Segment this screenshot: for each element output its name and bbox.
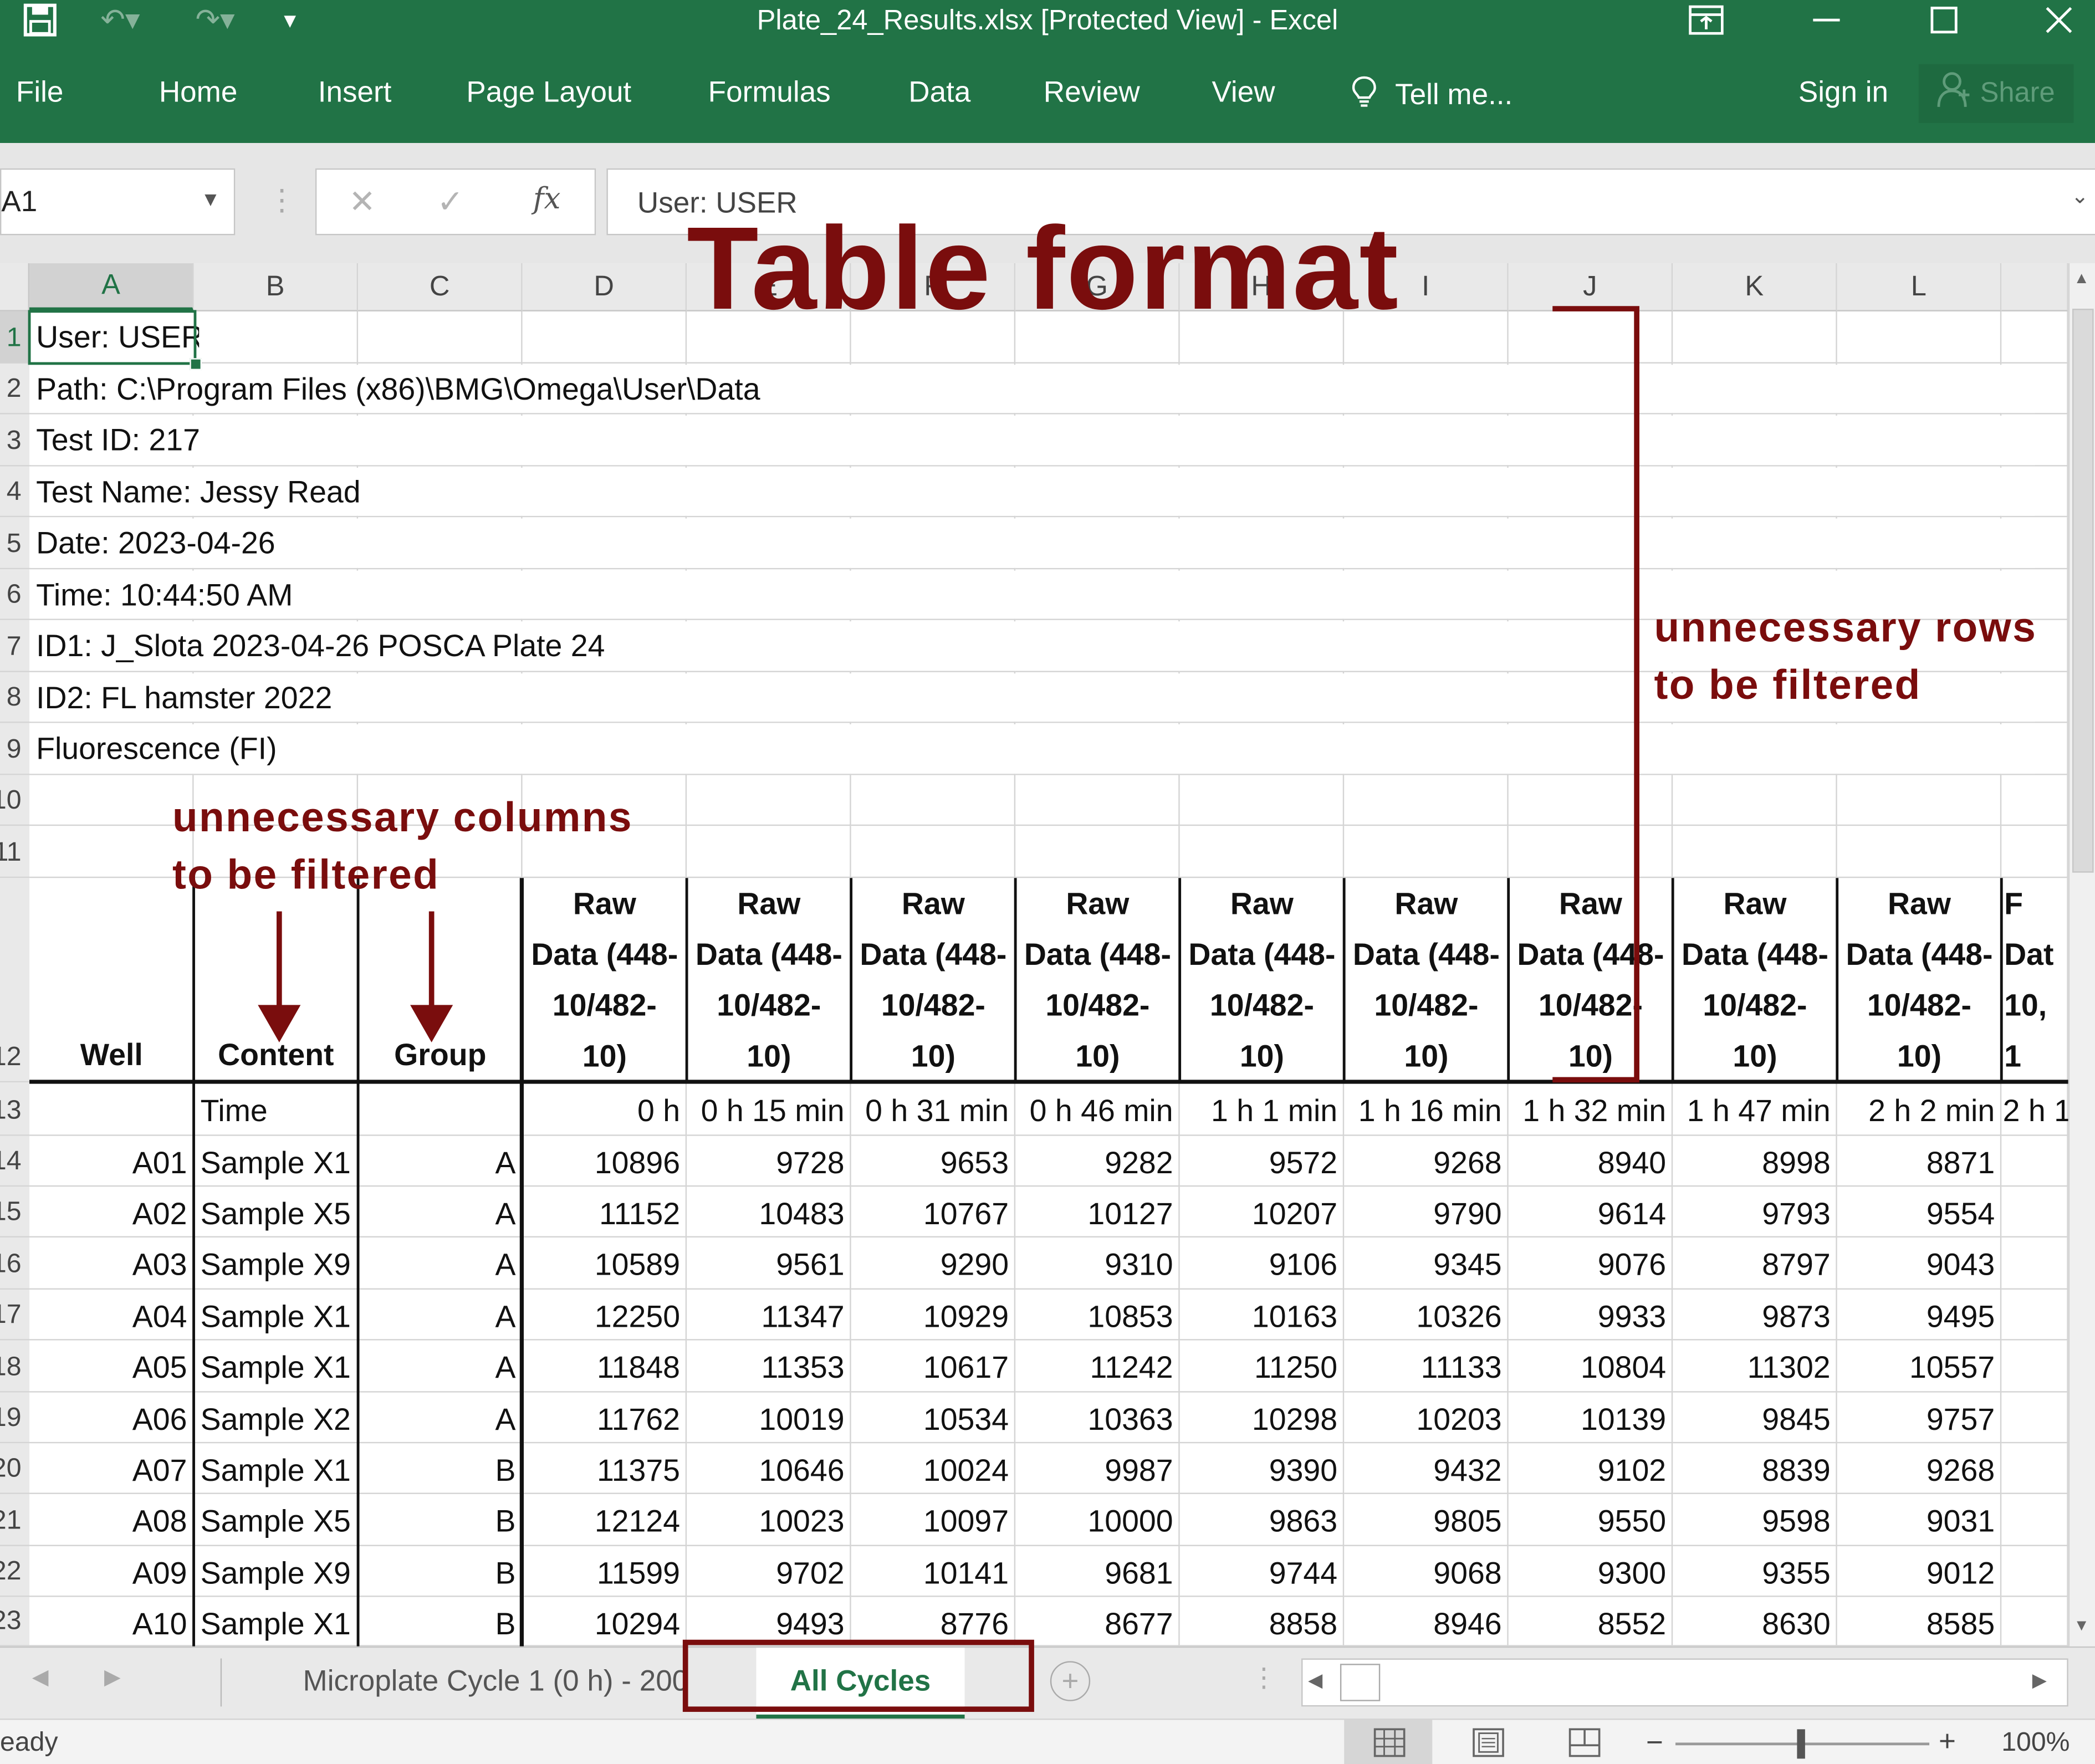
- annotation-shapes: [258, 306, 1639, 1712]
- annotation-arrow-content: [258, 911, 301, 1042]
- excel-window: ↶▾ ↷▾ ▾ Plate_24_Results.xlsx [Protected…: [0, 0, 2095, 1764]
- annotation-rows-bracket: [1552, 306, 1639, 1083]
- annotation-tab-highlight: [682, 1639, 1034, 1712]
- annotation-arrow-group: [410, 911, 453, 1042]
